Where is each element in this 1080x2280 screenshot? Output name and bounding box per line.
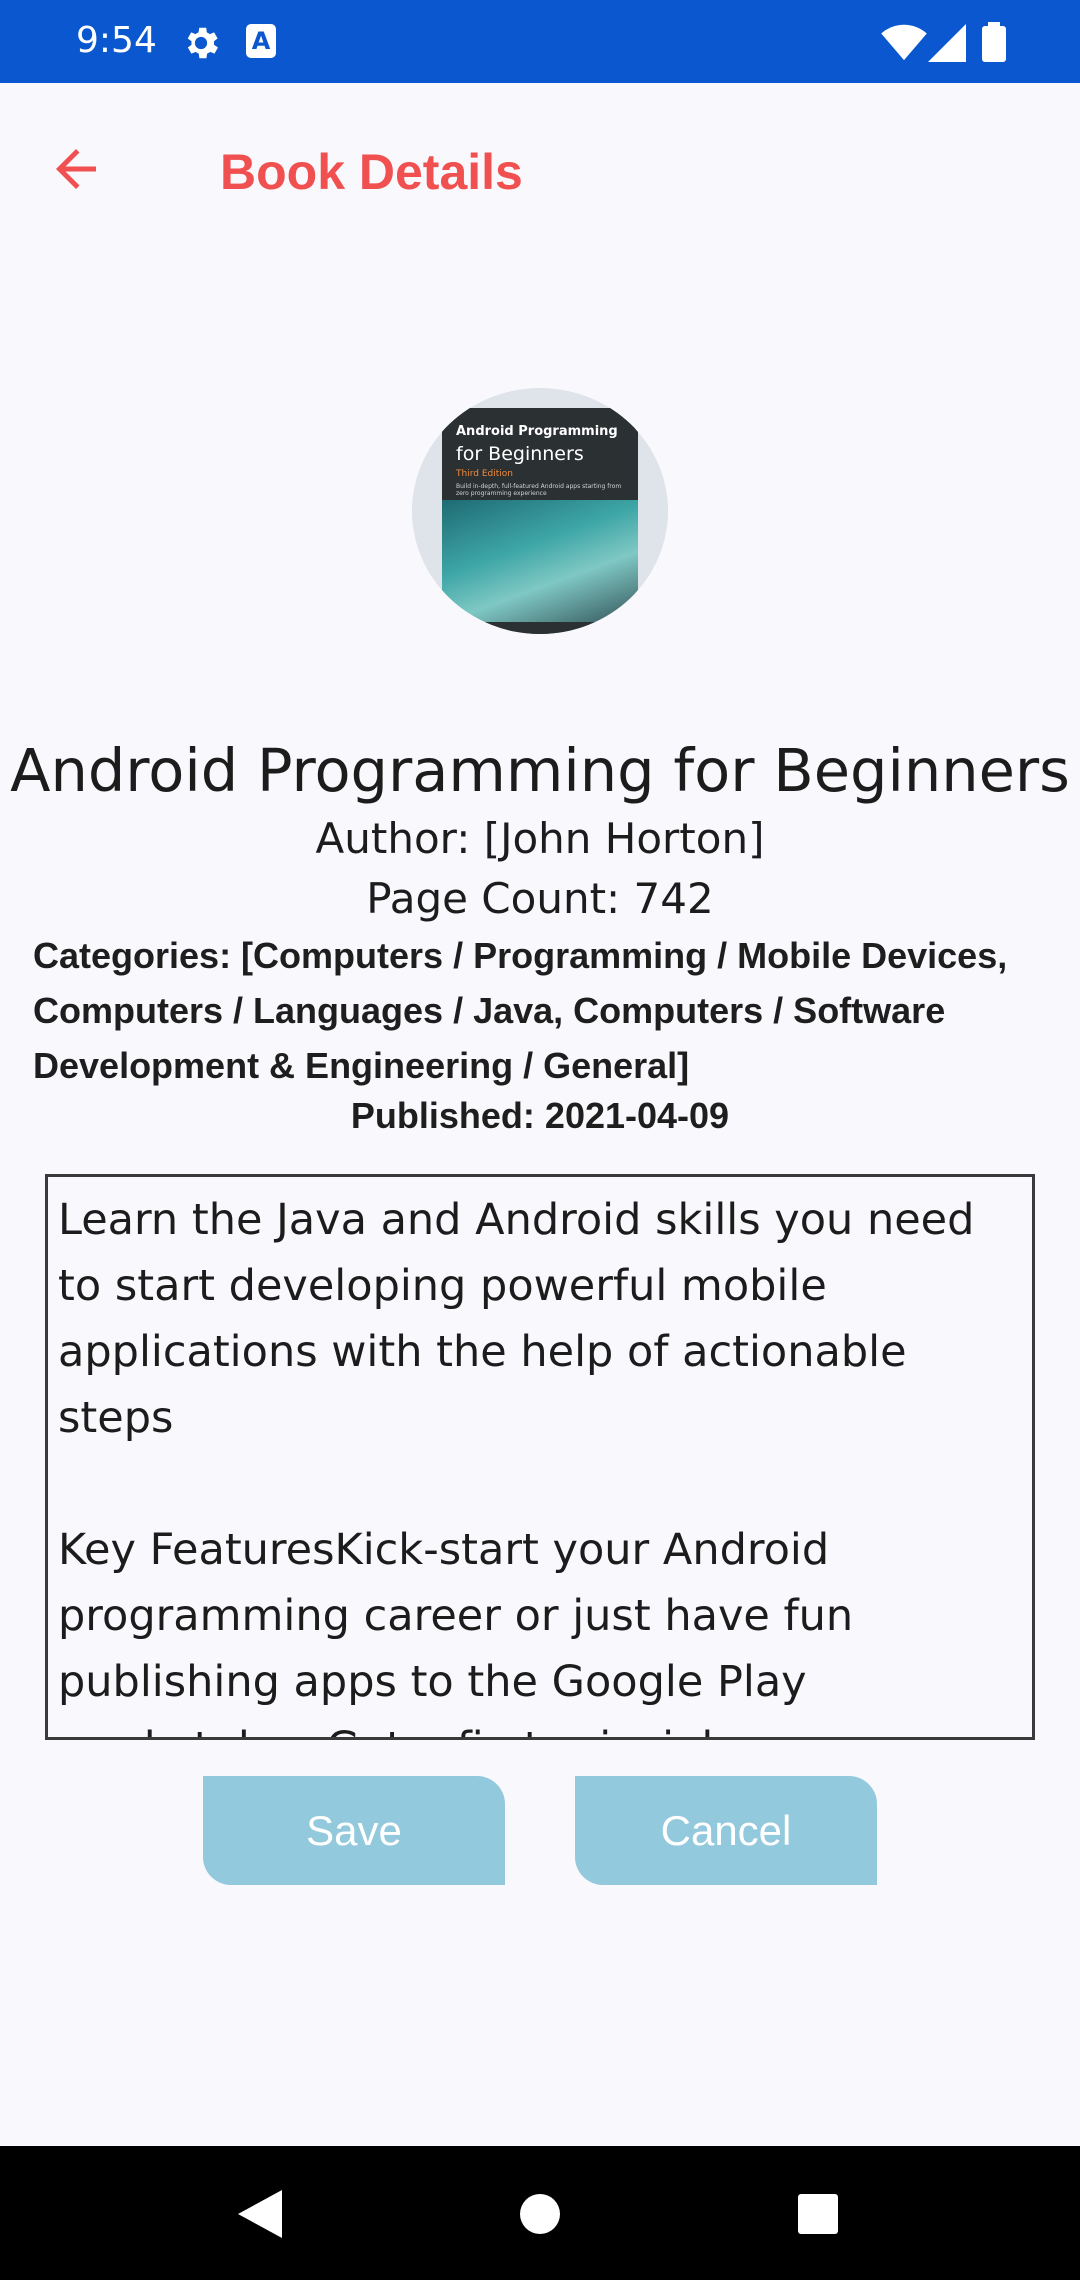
nav-recents-icon[interactable] — [798, 2194, 838, 2234]
page-title: Book Details — [220, 144, 523, 200]
nav-back-icon[interactable] — [238, 2190, 282, 2238]
book-description: Learn the Java and Android skills you ne… — [58, 1195, 975, 1737]
arrow-back-icon[interactable] — [46, 139, 106, 199]
cover-edition: Third Edition — [456, 469, 513, 479]
book-title: Android Programming for Beginners — [10, 736, 1070, 805]
save-button[interactable]: Save — [203, 1776, 505, 1885]
cancel-button[interactable]: Cancel — [575, 1776, 877, 1885]
book-author: Author: [John Horton] — [315, 814, 765, 863]
navigation-bar — [0, 2146, 1080, 2280]
book-categories: Categories: [Computers / Programming / M… — [33, 935, 1008, 1086]
book-published-date: Published: 2021-04-09 — [350, 1095, 730, 1136]
description-box[interactable]: Learn the Java and Android skills you ne… — [45, 1174, 1035, 1740]
status-bar: 9:54 A — [0, 0, 1080, 83]
cover-bottom-band — [442, 622, 638, 634]
book-page-count: Page Count: 742 — [366, 874, 714, 923]
cover-title-line2: for Beginners — [456, 443, 584, 465]
a-notification-icon: A — [246, 24, 276, 58]
cover-title-box: Android Programming for Beginners Third … — [442, 408, 638, 500]
gear-icon — [187, 27, 218, 59]
nav-home-icon[interactable] — [520, 2194, 560, 2234]
battery-icon — [982, 22, 1006, 62]
signal-icon — [928, 24, 966, 62]
cover-tagline: Build in-depth, full-featured Android ap… — [456, 483, 622, 497]
book-cover-image: Android Programming for Beginners Third … — [412, 388, 668, 634]
wifi-icon — [881, 24, 927, 61]
app-bar: Book Details — [0, 83, 1080, 263]
cover-title-line1: Android Programming — [456, 424, 618, 439]
status-time: 9:54 — [76, 20, 157, 61]
book-cover: Android Programming for Beginners Third … — [442, 408, 638, 634]
